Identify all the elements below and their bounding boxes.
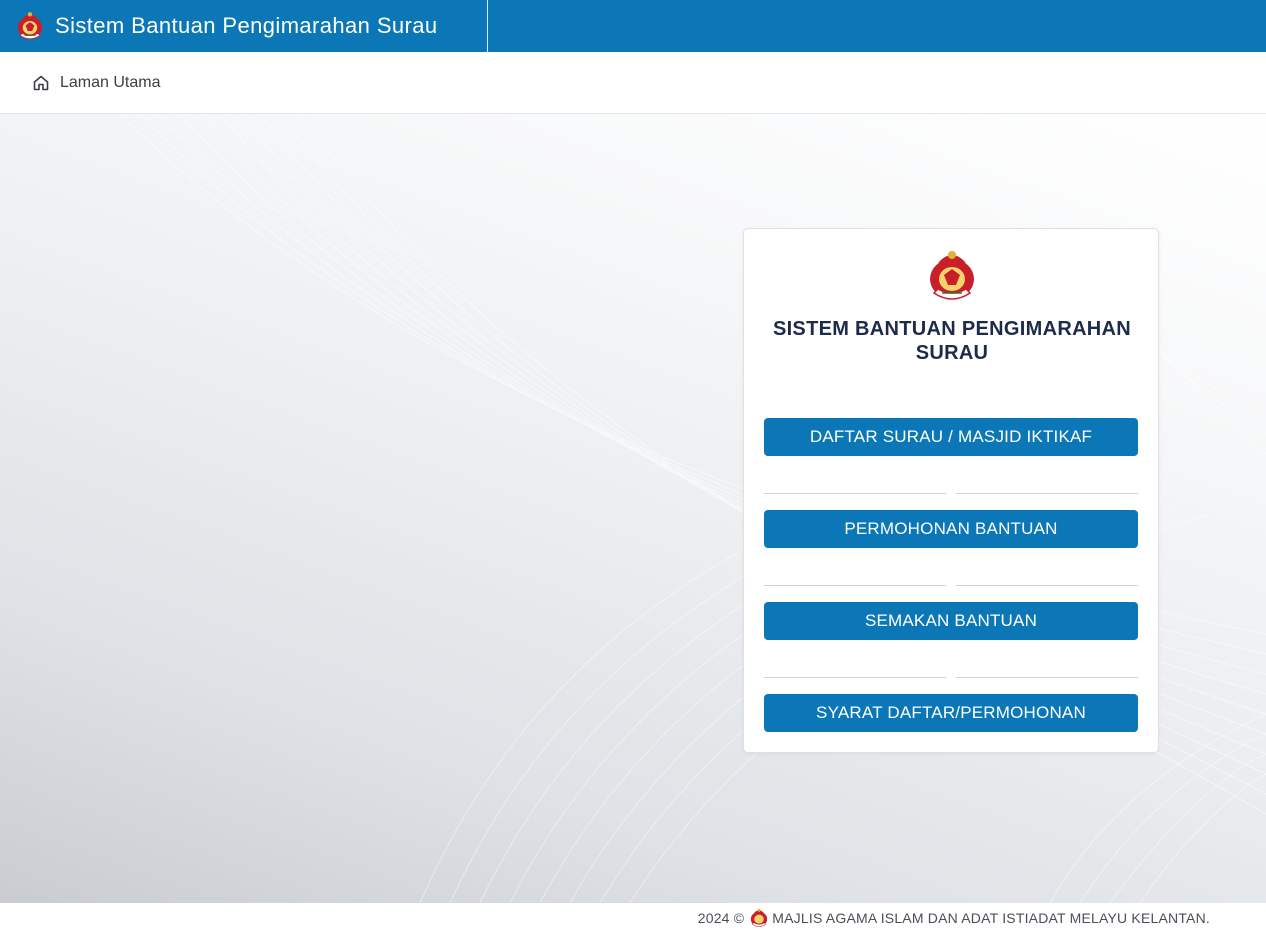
register-surau-button[interactable]: DAFTAR SURAU / MASJID IKTIKAF [764,418,1138,456]
home-label: Laman Utama [60,73,161,91]
state-crest-icon [17,12,43,40]
brand[interactable]: Sistem Bantuan Pengimarahan Surau [0,0,488,52]
footer: 2024 © MAJLIS AGAMA ISLAM DAN ADAT ISTIA… [0,903,1266,933]
home-icon [33,75,49,90]
requirements-button[interactable]: SYARAT DAFTAR/PERMOHONAN [764,694,1138,732]
app-title: Sistem Bantuan Pengimarahan Surau [55,13,438,38]
divider [764,585,1138,586]
check-aid-button[interactable]: SEMAKAN BANTUAN [764,602,1138,640]
card-title: SISTEM BANTUAN PENGIMARAHAN SURAU [772,318,1132,364]
footer-year: 2024 © [697,910,745,926]
divider [764,677,1138,678]
divider [764,493,1138,494]
footer-org: MAJLIS AGAMA ISLAM DAN ADAT ISTIADAT MEL… [772,910,1210,926]
breadcrumb-bar: Laman Utama [0,52,1266,114]
home-link[interactable]: Laman Utama [32,74,161,92]
top-navbar: Sistem Bantuan Pengimarahan Surau [0,0,1266,52]
menu-card: SISTEM BANTUAN PENGIMARAHAN SURAU DAFTAR… [743,228,1159,753]
state-crest-icon [930,251,974,300]
state-crest-icon [751,908,768,927]
apply-aid-button[interactable]: PERMOHONAN BANTUAN [764,510,1138,548]
